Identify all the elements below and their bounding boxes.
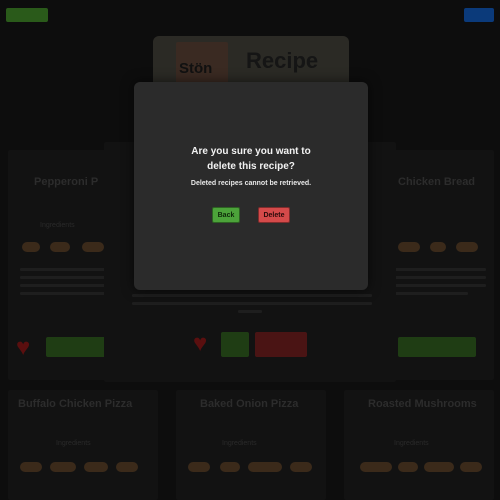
delete-button[interactable]: Delete xyxy=(258,207,290,223)
dialog-message: Deleted recipes cannot be retrieved. xyxy=(190,180,312,187)
delete-confirmation-dialog: Are you sure you want to delete this rec… xyxy=(134,82,368,290)
dialog-title: Are you sure you want to delete this rec… xyxy=(191,146,311,172)
back-button[interactable]: Back xyxy=(212,207,240,223)
